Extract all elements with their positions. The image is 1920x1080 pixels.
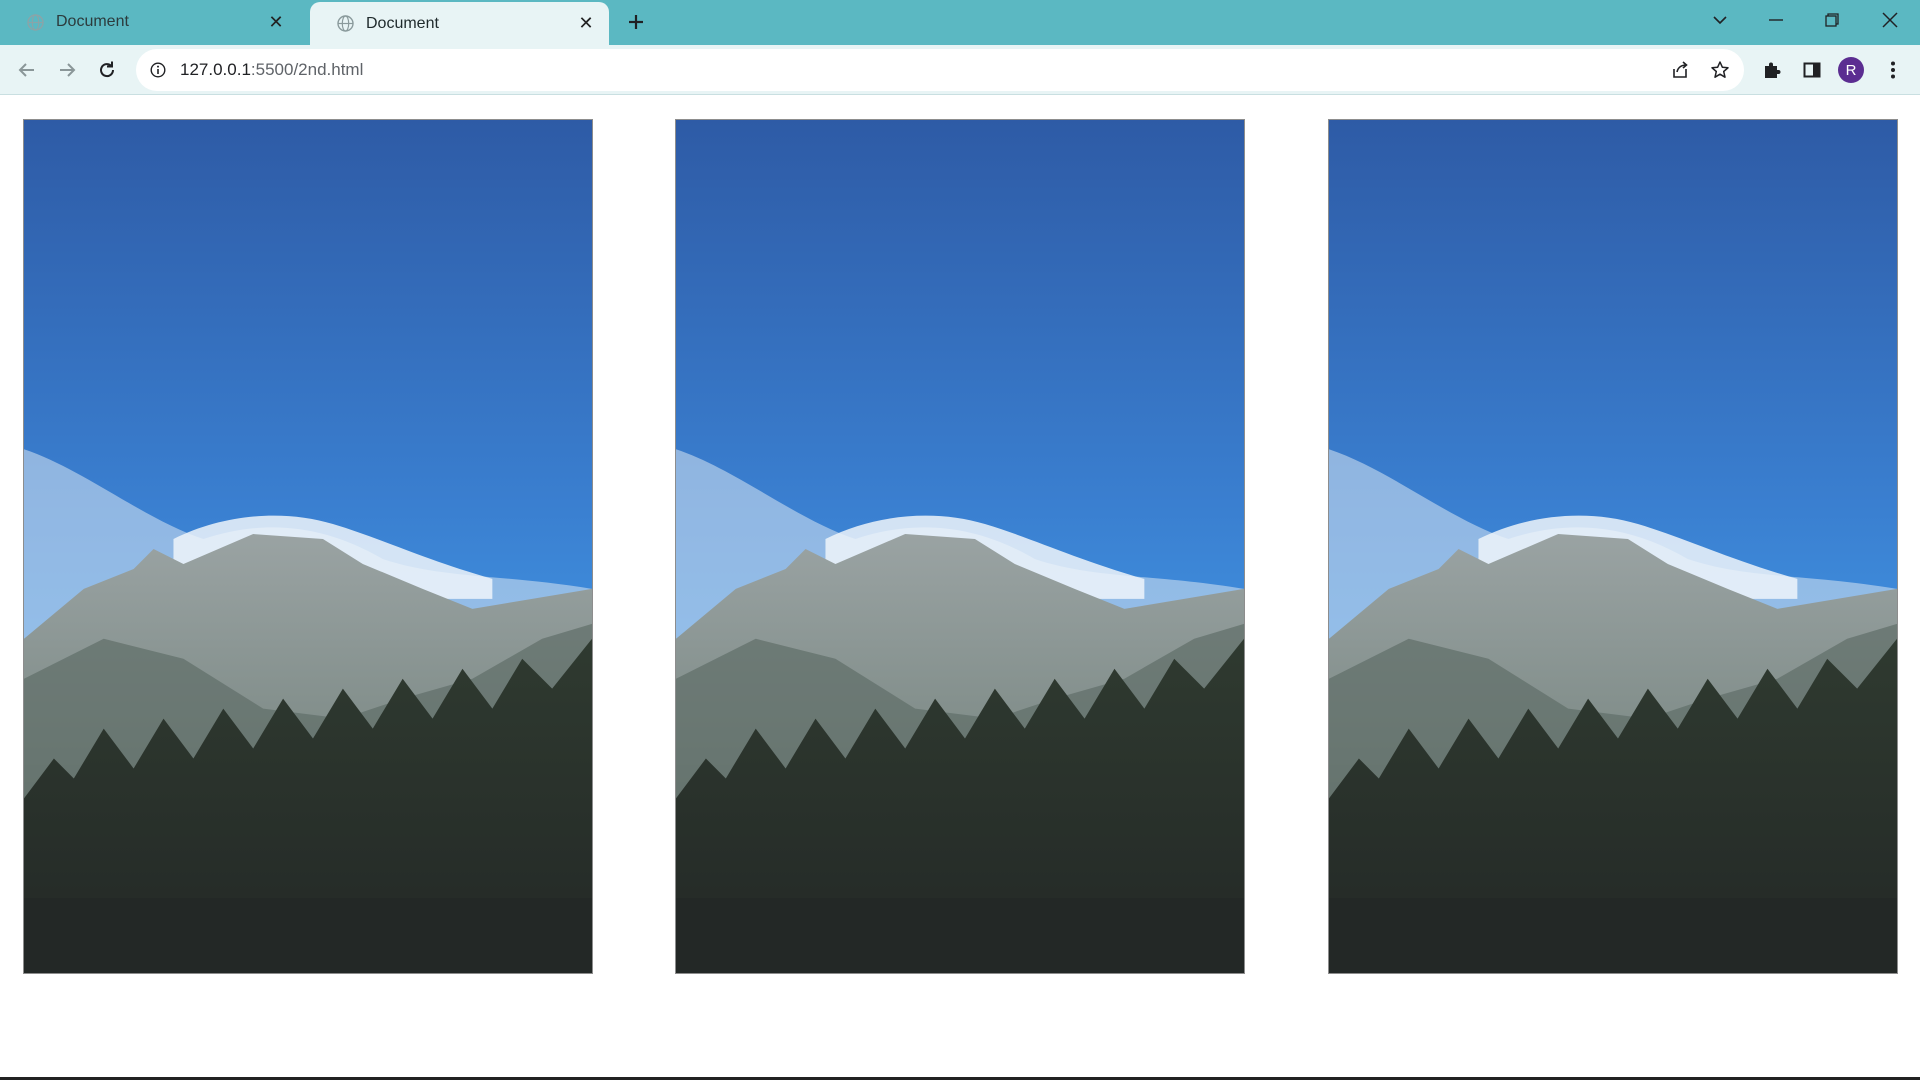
profile-avatar[interactable]: R bbox=[1838, 57, 1864, 83]
tab-document-2[interactable]: Document ✕ bbox=[310, 2, 609, 45]
chevron-down-icon bbox=[1713, 16, 1727, 25]
restore-button[interactable] bbox=[1804, 0, 1860, 40]
tab-title: Document bbox=[56, 13, 129, 30]
menu-button[interactable] bbox=[1877, 54, 1909, 86]
puzzle-icon bbox=[1765, 62, 1781, 78]
url-host: 127.0.0.1 bbox=[180, 60, 251, 79]
mountain-image-2 bbox=[675, 119, 1245, 974]
page-viewport bbox=[0, 95, 1920, 1077]
info-icon[interactable] bbox=[148, 60, 168, 80]
close-icon[interactable]: ✕ bbox=[573, 11, 599, 37]
globe-icon bbox=[337, 15, 354, 32]
new-tab-button[interactable] bbox=[622, 8, 650, 36]
more-vert-icon bbox=[1891, 61, 1895, 79]
minimize-button[interactable] bbox=[1748, 0, 1804, 40]
share-icon bbox=[1673, 61, 1688, 78]
plus-icon bbox=[629, 15, 643, 29]
arrow-left-icon bbox=[18, 63, 34, 77]
address-bar[interactable]: 127.0.0.1:5500/2nd.html bbox=[136, 49, 1744, 91]
back-button[interactable] bbox=[11, 54, 43, 86]
share-button[interactable] bbox=[1664, 54, 1696, 86]
tab-title: Document bbox=[366, 14, 439, 32]
globe-icon bbox=[27, 13, 44, 31]
close-icon bbox=[1882, 12, 1898, 28]
close-icon[interactable]: ✕ bbox=[263, 9, 289, 35]
bookmark-button[interactable] bbox=[1704, 54, 1736, 86]
minimize-icon bbox=[1769, 19, 1783, 21]
side-panel-button[interactable] bbox=[1796, 54, 1828, 86]
reload-button[interactable] bbox=[91, 54, 123, 86]
browser-toolbar: 127.0.0.1:5500/2nd.html bbox=[0, 45, 1920, 95]
reload-icon bbox=[100, 61, 115, 78]
url-text: 127.0.0.1:5500/2nd.html bbox=[180, 60, 363, 80]
close-window-button[interactable] bbox=[1862, 0, 1918, 40]
tab-search-button[interactable] bbox=[1692, 0, 1748, 40]
arrow-right-icon bbox=[60, 63, 76, 77]
extensions-button[interactable] bbox=[1756, 54, 1788, 86]
restore-icon bbox=[1825, 13, 1839, 27]
browser-titlebar: Document ✕ Document ✕ bbox=[0, 0, 1920, 45]
side-panel-icon bbox=[1803, 62, 1821, 78]
forward-button[interactable] bbox=[51, 54, 83, 86]
url-path: :5500/2nd.html bbox=[250, 60, 364, 79]
mountain-image-1 bbox=[23, 119, 593, 974]
tab-document-1[interactable]: Document ✕ bbox=[0, 0, 299, 44]
mountain-image-3 bbox=[1328, 119, 1898, 974]
star-icon bbox=[1711, 61, 1729, 78]
